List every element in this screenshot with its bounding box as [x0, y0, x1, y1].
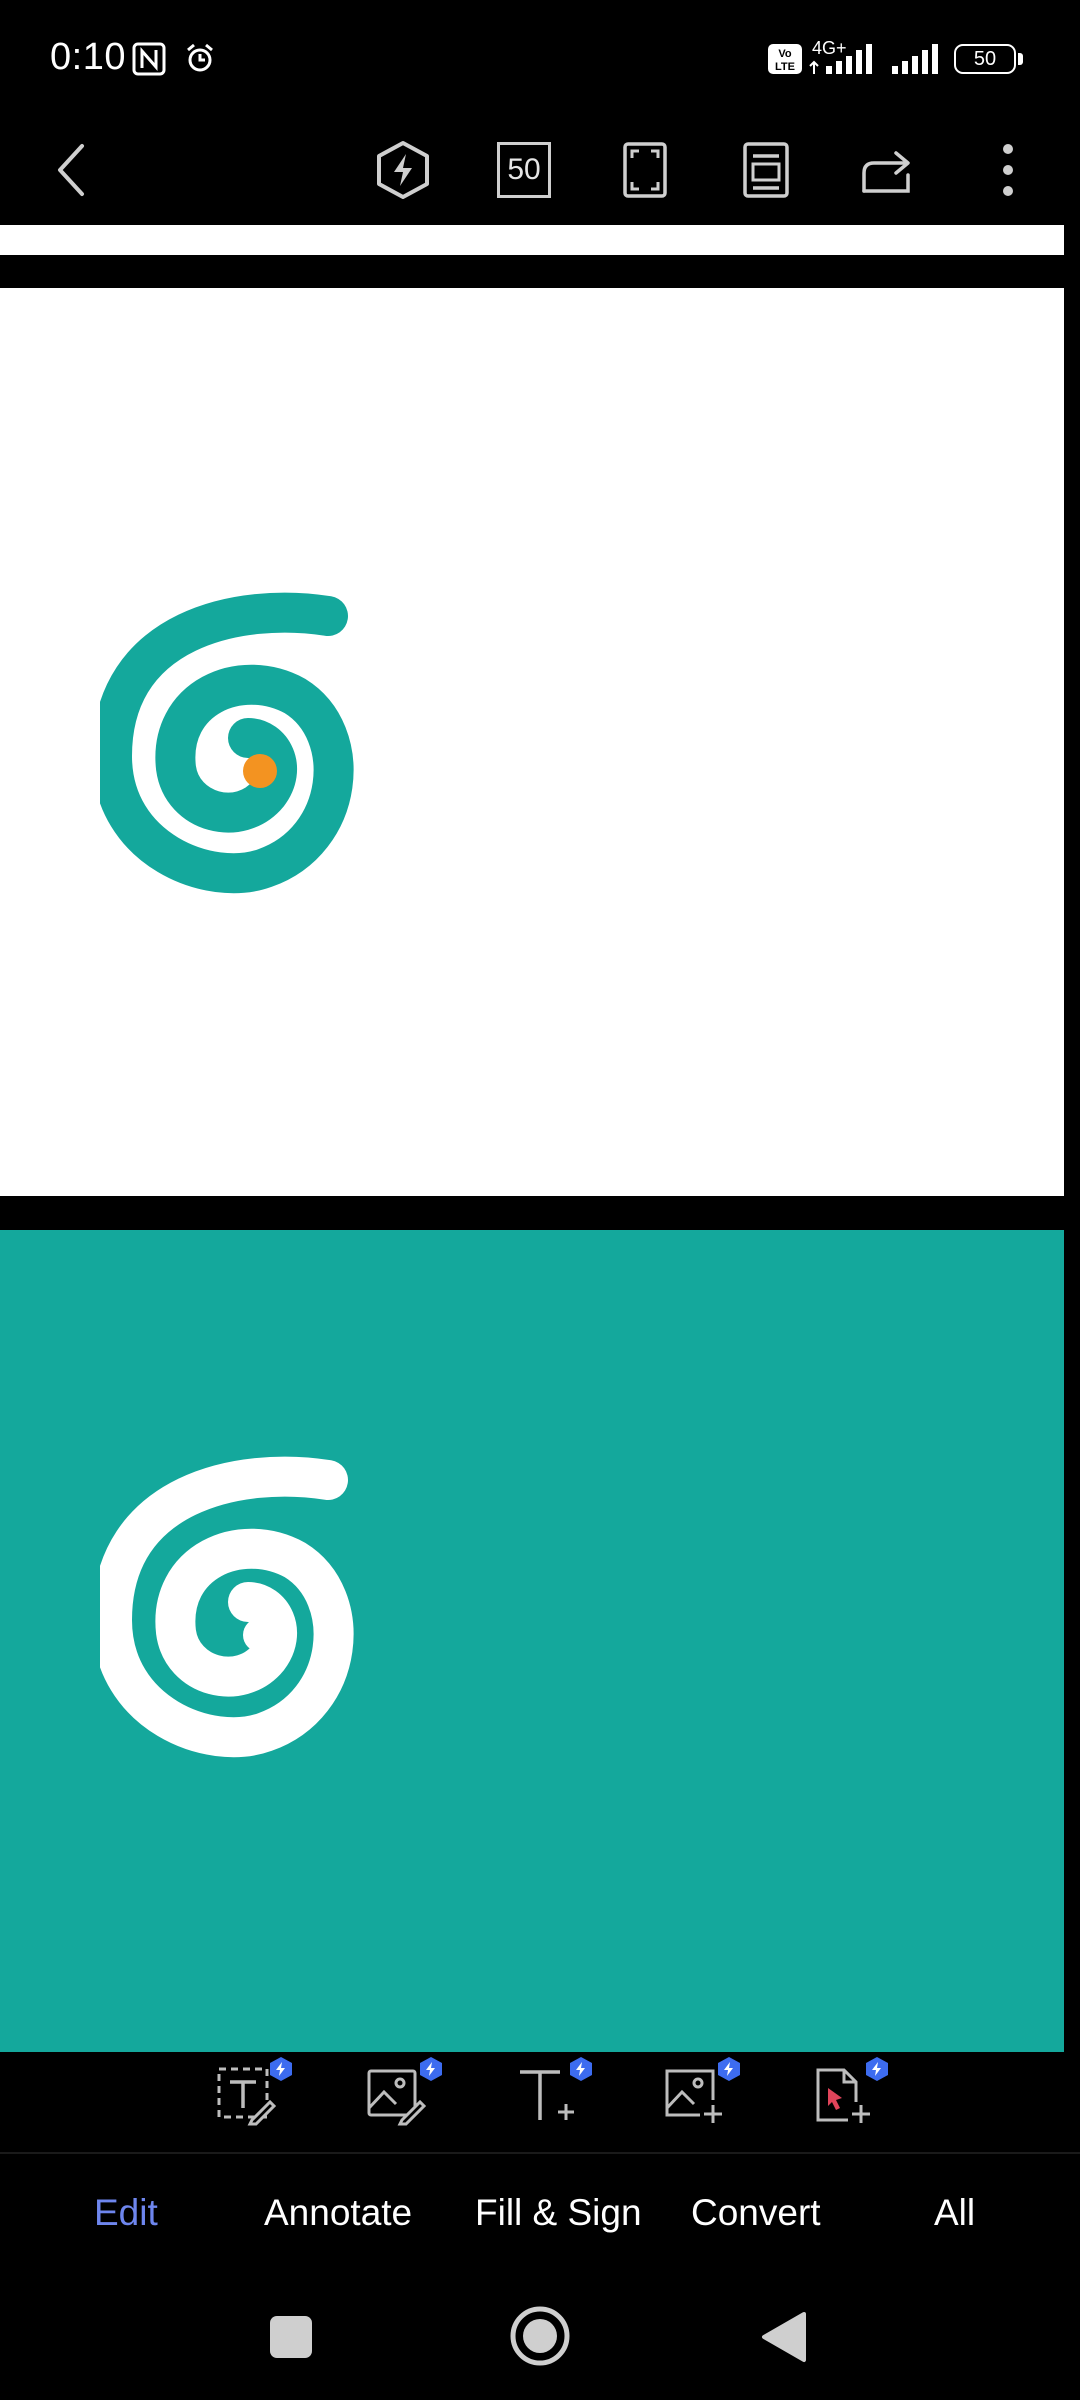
spiral-logo [100, 592, 354, 894]
home-icon[interactable] [508, 2304, 572, 2368]
bolt-badge-icon [270, 2057, 292, 2081]
nfc-icon [132, 42, 166, 76]
page-fragment [0, 225, 1064, 255]
edit-image-tool[interactable] [366, 2056, 446, 2136]
bolt-badge-icon [570, 2057, 592, 2081]
bolt-badge-icon [866, 2057, 888, 2081]
alarm-icon [187, 43, 213, 72]
tab-edit[interactable]: Edit [94, 2192, 158, 2234]
share-icon [862, 151, 910, 193]
edit-tools-row [0, 2032, 1080, 2152]
more-options-button[interactable] [968, 130, 1048, 210]
premium-button[interactable] [363, 130, 443, 210]
battery-level: 50 [973, 48, 997, 70]
add-text-tool[interactable] [516, 2056, 596, 2136]
fullscreen-icon [623, 142, 667, 198]
signal-icon [809, 44, 872, 74]
bolt-badge-icon [718, 2057, 740, 2081]
status-bar: 0:10 Vo LTE 4G+ 50 [0, 0, 1080, 120]
back-icon [58, 144, 84, 196]
page-view-button[interactable] [726, 130, 806, 210]
tab-convert[interactable]: Convert [691, 2192, 821, 2234]
back-button[interactable] [32, 130, 112, 210]
bolt-badge-icon [420, 2057, 442, 2081]
tab-fill-sign[interactable]: Fill & Sign [475, 2192, 642, 2234]
page-view-icon [743, 142, 789, 198]
edit-image-icon [367, 2069, 426, 2126]
tab-all[interactable]: All [934, 2192, 975, 2234]
add-page-tool[interactable] [812, 2056, 892, 2136]
edit-text-icon [217, 2067, 276, 2126]
document-viewer[interactable] [0, 220, 1080, 2052]
zoom-level: 50 [507, 153, 541, 186]
battery-icon: 50 [954, 44, 1024, 76]
more-icon [1003, 144, 1013, 196]
zoom-level-button[interactable]: 50 [484, 130, 564, 210]
signal-icon [892, 44, 938, 74]
document-page [0, 1230, 1064, 2052]
bottom-tabs: Edit Annotate Fill & Sign Convert All [0, 2154, 1080, 2274]
add-image-icon [665, 2069, 722, 2123]
clock: 0:10 [50, 36, 126, 78]
recents-icon[interactable] [268, 2314, 314, 2360]
volte-icon: Vo LTE [768, 44, 802, 74]
scrollbar[interactable] [1064, 220, 1080, 2032]
svg-text:LTE: LTE [775, 61, 795, 73]
svg-text:Vo: Vo [778, 48, 792, 60]
edit-text-tool[interactable] [216, 2056, 296, 2136]
back-nav-icon[interactable] [760, 2310, 808, 2364]
tab-annotate[interactable]: Annotate [264, 2192, 412, 2234]
top-toolbar: 50 [0, 120, 1080, 220]
system-nav-bar [0, 2274, 1080, 2400]
fullscreen-button[interactable] [605, 130, 685, 210]
document-page [0, 288, 1064, 1196]
add-image-tool[interactable] [664, 2056, 744, 2136]
premium-bolt-icon [377, 141, 429, 199]
spiral-logo [100, 1456, 354, 1758]
add-text-icon [520, 2070, 574, 2120]
share-button[interactable] [848, 130, 928, 210]
add-page-icon [816, 2068, 870, 2123]
